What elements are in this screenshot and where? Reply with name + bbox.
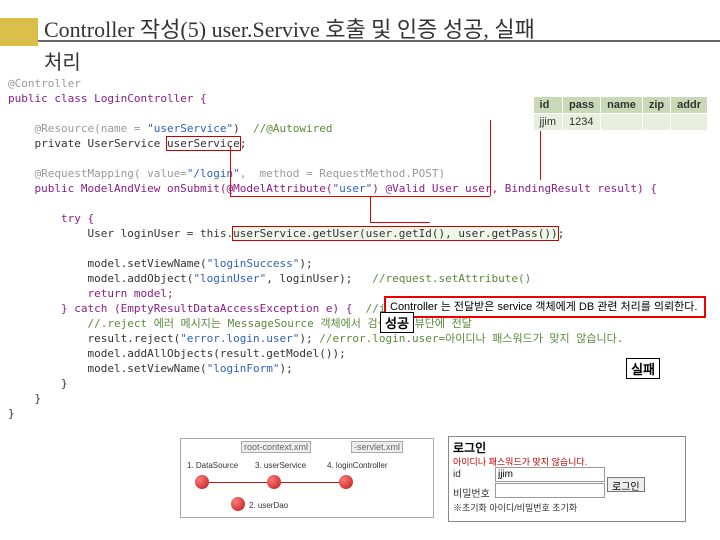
code-line-18: }	[8, 392, 41, 405]
cell-name	[601, 114, 643, 131]
login-title: 로그인	[453, 439, 486, 456]
success-badge: 성공	[380, 312, 414, 333]
code-line-14: result.reject("error.login.user"); //err…	[8, 332, 623, 345]
diagram-edge	[209, 482, 267, 483]
login-button[interactable]: 로그인	[607, 477, 645, 492]
node-userservice-label: 3. userService	[255, 461, 306, 470]
annotation-line	[370, 196, 371, 222]
cell-pass: 1234	[563, 114, 601, 131]
code-line-1: @Controller	[8, 77, 81, 90]
col-zip: zip	[642, 97, 670, 114]
diagram-edge	[281, 482, 339, 483]
annotation-line	[370, 222, 430, 223]
login-hint: ※초기화 아이디/비밀번호 초기화	[453, 501, 577, 514]
code-line-5: @RequestMapping( value="/login", method …	[8, 167, 445, 180]
col-addr: addr	[671, 97, 708, 114]
db-table: id pass name zip addr jjim 1234	[533, 96, 708, 131]
diagram-file-2: -servlet.xml	[351, 441, 403, 453]
code-line-2: public class LoginController {	[8, 92, 207, 105]
node-datasource-icon	[195, 475, 209, 489]
code-line-6: public ModelAndView onSubmit(@ModelAttri…	[8, 182, 657, 195]
diagram-file-1: root-context.xml	[241, 441, 311, 453]
login-pw-input[interactable]	[495, 483, 605, 498]
callout-box: Controller 는 전달받은 service 객체에게 DB 관련 처리를…	[384, 296, 706, 318]
node-userdao-label: 2. userDao	[249, 501, 288, 510]
slide: Controller 작성(5) user.Servive 호출 및 인증 성공…	[0, 0, 720, 540]
code-line-8: User loginUser = this.userService.getUse…	[8, 227, 564, 240]
annotation-line	[490, 120, 491, 196]
cell-addr	[671, 114, 708, 131]
col-name: name	[601, 97, 643, 114]
code-line-10: model.addObject("loginUser", loginUser);…	[8, 272, 531, 285]
node-userservice-icon	[267, 475, 281, 489]
code-line-4: private UserService userService;	[8, 137, 246, 150]
login-form: 로그인 아이디나 패스워드가 맞지 않습니다. id 비밀번호 로그인 ※초기화…	[448, 436, 686, 522]
context-diagram: root-context.xml -servlet.xml 1. DataSou…	[180, 438, 434, 518]
code-line-9: model.setViewName("loginSuccess");	[8, 257, 313, 270]
col-id: id	[533, 97, 563, 114]
cell-zip	[642, 114, 670, 131]
accent-block	[0, 18, 38, 46]
db-table-header-row: id pass name zip addr	[533, 97, 707, 114]
node-controller-icon	[339, 475, 353, 489]
login-id-label: id	[453, 469, 461, 480]
fail-badge: 실패	[626, 358, 660, 379]
title-underline	[38, 40, 720, 42]
node-controller-label: 4. loginController	[327, 461, 387, 470]
code-line-3: @Resource(name = "userService") //@Autow…	[8, 122, 333, 135]
title-sub: user.Servive 호출 및 인증 성공, 실패	[206, 17, 535, 42]
cell-id: jjim	[533, 114, 563, 131]
login-id-input[interactable]	[495, 467, 605, 482]
annotation-line	[230, 146, 231, 196]
annotation-line	[230, 196, 490, 197]
code-line-11: return model;	[8, 287, 174, 300]
title-main: Controller 작성(5)	[44, 17, 206, 42]
code-line-7: try {	[8, 212, 94, 225]
node-userdao-icon	[231, 497, 245, 511]
title-bar: Controller 작성(5) user.Servive 호출 및 인증 성공…	[0, 12, 720, 56]
col-pass: pass	[563, 97, 601, 114]
code-line-17: }	[8, 377, 68, 390]
code-line-19: }	[8, 407, 15, 420]
subtitle: 처리	[44, 46, 81, 75]
code-line-16: model.setViewName("loginForm");	[8, 362, 293, 375]
login-pw-label: 비밀번호	[453, 485, 490, 500]
code-line-15: model.addAllObjects(result.getModel());	[8, 347, 346, 360]
db-table-row: jjim 1234	[533, 114, 707, 131]
node-datasource-label: 1. DataSource	[187, 461, 238, 470]
